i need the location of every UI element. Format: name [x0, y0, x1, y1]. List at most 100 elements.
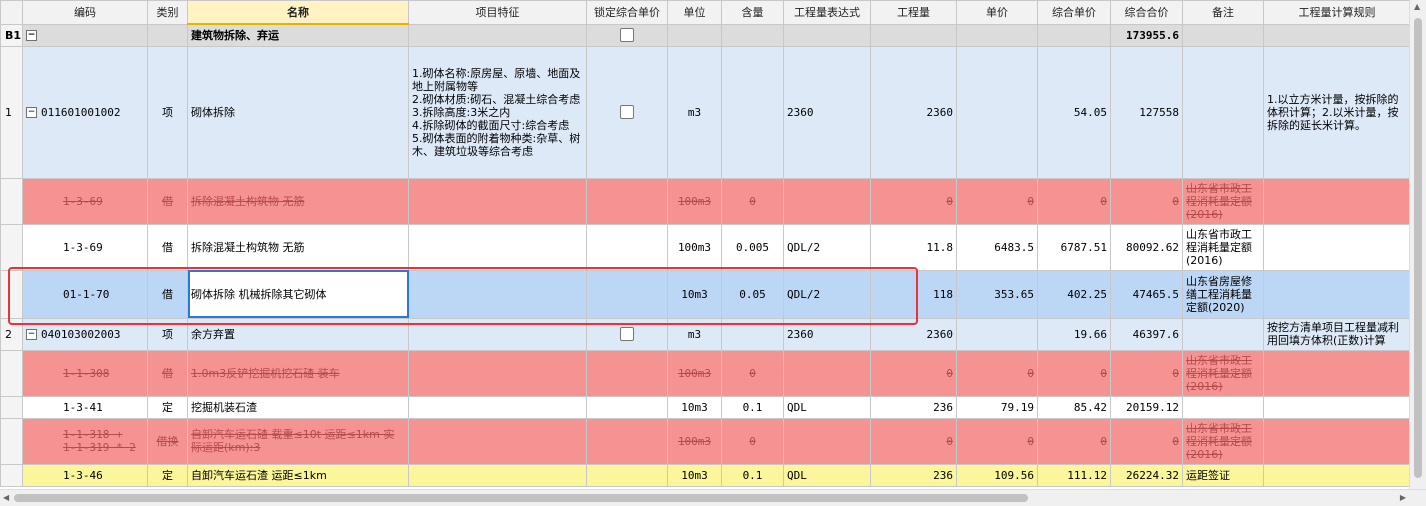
- row-header[interactable]: 1: [0, 45, 23, 179]
- lock-price-cell[interactable]: [586, 317, 668, 351]
- collapse-icon[interactable]: −: [26, 329, 37, 340]
- expression-cell[interactable]: [783, 349, 871, 397]
- row-header[interactable]: 2: [0, 317, 23, 351]
- rule-cell[interactable]: 1.以立方米计量，按拆除的体积计算；2.以米计量，按拆除的延长米计算。: [1263, 45, 1411, 179]
- unit-cell[interactable]: 10m3: [667, 269, 722, 319]
- price-cell[interactable]: 79.19: [956, 395, 1038, 419]
- rule-cell[interactable]: [1263, 23, 1411, 47]
- price-cell[interactable]: 0: [956, 177, 1038, 225]
- rule-cell[interactable]: [1263, 395, 1411, 419]
- name-cell[interactable]: 自卸汽车运石渣 运距≤1km: [187, 463, 409, 487]
- col-header-price[interactable]: 单价: [956, 0, 1038, 25]
- feature-cell[interactable]: [408, 177, 587, 225]
- row-header[interactable]: B1: [0, 23, 23, 47]
- category-cell[interactable]: [147, 23, 188, 47]
- table-row[interactable]: 1-3-46 定 自卸汽车运石渣 运距≤1km 10m3 0.1 QDL 236…: [0, 463, 1411, 487]
- expression-cell[interactable]: [783, 23, 871, 47]
- category-cell[interactable]: 借: [147, 349, 188, 397]
- col-header-note[interactable]: 备注: [1182, 0, 1264, 25]
- quantity-cell[interactable]: 236: [870, 395, 957, 419]
- col-header-rule[interactable]: 工程量计算规则: [1263, 0, 1411, 25]
- category-cell[interactable]: 项: [147, 317, 188, 351]
- content-cell[interactable]: 0: [721, 177, 784, 225]
- collapse-icon[interactable]: −: [26, 107, 37, 118]
- quantity-cell[interactable]: 236: [870, 463, 957, 487]
- code-cell[interactable]: 1-1-308: [22, 349, 148, 397]
- name-cell[interactable]: 挖掘机装石渣: [187, 395, 409, 419]
- unit-price-cell[interactable]: 0: [1037, 177, 1111, 225]
- price-cell[interactable]: [956, 23, 1038, 47]
- lock-price-cell[interactable]: [586, 349, 668, 397]
- code-cell[interactable]: 1-1-318 + 1-1-319 * 2: [22, 417, 148, 465]
- total-cell[interactable]: 173955.6: [1110, 23, 1183, 47]
- scroll-right-icon[interactable]: ▶: [1400, 493, 1406, 502]
- row-header[interactable]: [0, 223, 23, 271]
- unit-cell[interactable]: 100m3: [667, 177, 722, 225]
- code-cell[interactable]: 1-3-46: [22, 463, 148, 487]
- expression-cell[interactable]: 2360: [783, 45, 871, 179]
- content-cell[interactable]: 0: [721, 349, 784, 397]
- content-cell[interactable]: [721, 317, 784, 351]
- rule-cell[interactable]: [1263, 223, 1411, 271]
- feature-cell[interactable]: 1.砌体名称:原房屋、原墙、地面及地上附属物等 2.砌体材质:砌石、混凝土综合考…: [408, 45, 587, 179]
- code-cell[interactable]: −: [22, 23, 148, 47]
- unit-cell[interactable]: m3: [667, 45, 722, 179]
- price-cell[interactable]: [956, 45, 1038, 179]
- feature-cell[interactable]: [408, 417, 587, 465]
- category-cell[interactable]: 借: [147, 269, 188, 319]
- lock-price-cell[interactable]: [586, 417, 668, 465]
- expression-cell[interactable]: QDL: [783, 463, 871, 487]
- col-header-quantity[interactable]: 工程量: [870, 0, 957, 25]
- expression-cell[interactable]: [783, 417, 871, 465]
- feature-cell[interactable]: [408, 463, 587, 487]
- unit-cell[interactable]: 100m3: [667, 417, 722, 465]
- quantity-cell[interactable]: 2360: [870, 45, 957, 179]
- category-cell[interactable]: 定: [147, 463, 188, 487]
- unit-cell[interactable]: 100m3: [667, 349, 722, 397]
- name-cell[interactable]: 拆除混凝土构筑物 无筋: [187, 223, 409, 271]
- corner-cell[interactable]: [0, 0, 23, 25]
- code-cell[interactable]: 01-1-70: [22, 269, 148, 319]
- quantity-cell[interactable]: 11.8: [870, 223, 957, 271]
- col-header-total[interactable]: 综合合价: [1110, 0, 1183, 25]
- rule-cell[interactable]: [1263, 463, 1411, 487]
- scroll-up-icon[interactable]: ▲: [1414, 2, 1420, 11]
- row-header[interactable]: [0, 349, 23, 397]
- unit-price-cell[interactable]: 6787.51: [1037, 223, 1111, 271]
- scroll-left-icon[interactable]: ◀: [3, 493, 9, 502]
- table-row[interactable]: 1 −011601001002 项 砌体拆除 1.砌体名称:原房屋、原墙、地面及…: [0, 45, 1411, 179]
- price-cell[interactable]: 109.56: [956, 463, 1038, 487]
- note-cell[interactable]: 山东省市政工程消耗量定额(2016): [1182, 349, 1264, 397]
- expression-cell[interactable]: QDL: [783, 395, 871, 419]
- name-cell[interactable]: 建筑物拆除、弃运: [187, 23, 409, 47]
- name-cell[interactable]: 余方弃置: [187, 317, 409, 351]
- unit-cell[interactable]: 100m3: [667, 223, 722, 271]
- col-header-lock-price[interactable]: 锁定综合单价: [586, 0, 668, 25]
- code-cell[interactable]: 1-3-69: [22, 177, 148, 225]
- col-header-name[interactable]: 名称: [187, 0, 409, 25]
- content-cell[interactable]: 0: [721, 417, 784, 465]
- unit-price-cell[interactable]: 54.05: [1037, 45, 1111, 179]
- lock-price-cell[interactable]: [586, 177, 668, 225]
- note-cell[interactable]: [1182, 45, 1264, 179]
- price-cell[interactable]: 6483.5: [956, 223, 1038, 271]
- rule-cell[interactable]: [1263, 177, 1411, 225]
- expression-cell[interactable]: 2360: [783, 317, 871, 351]
- rule-cell[interactable]: [1263, 417, 1411, 465]
- note-cell[interactable]: 山东省市政工程消耗量定额(2016): [1182, 223, 1264, 271]
- col-header-feature[interactable]: 项目特征: [408, 0, 587, 25]
- table-row[interactable]: 1-3-41 定 挖掘机装石渣 10m3 0.1 QDL 236 79.19 8…: [0, 395, 1411, 419]
- table-row[interactable]: 1-1-308 借 1.0m3反铲挖掘机挖石碴 装车 100m3 0 0 0 0…: [0, 349, 1411, 397]
- content-cell[interactable]: [721, 45, 784, 179]
- quantity-cell[interactable]: 2360: [870, 317, 957, 351]
- name-cell-editing[interactable]: 砌体拆除 机械拆除其它砌体: [187, 269, 409, 319]
- category-cell[interactable]: 借: [147, 177, 188, 225]
- category-cell[interactable]: 借换: [147, 417, 188, 465]
- lock-checkbox[interactable]: [620, 327, 634, 341]
- row-header[interactable]: [0, 177, 23, 225]
- quantity-cell[interactable]: 0: [870, 349, 957, 397]
- content-cell[interactable]: 0.1: [721, 395, 784, 419]
- unit-price-cell[interactable]: 19.66: [1037, 317, 1111, 351]
- expression-cell[interactable]: QDL/2: [783, 223, 871, 271]
- col-header-expression[interactable]: 工程量表达式: [783, 0, 871, 25]
